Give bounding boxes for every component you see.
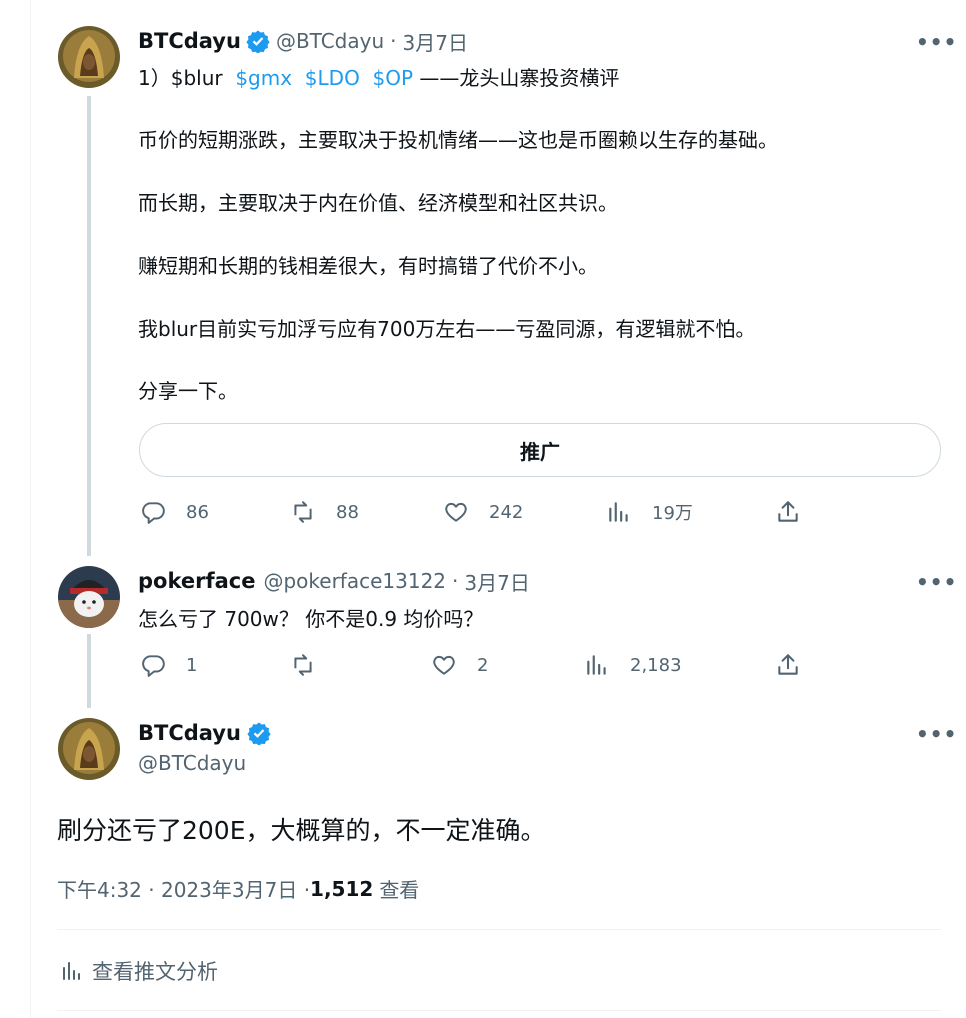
separator-dot: · xyxy=(452,569,459,593)
author-name[interactable]: BTCdayu xyxy=(138,29,241,53)
tweet1-paragraph: 分享一下。 xyxy=(138,379,238,403)
author-name[interactable]: pokerface xyxy=(138,569,255,593)
author-handle[interactable]: @pokerface13122 xyxy=(263,569,446,593)
author-handle[interactable]: @BTCdayu xyxy=(276,29,384,53)
analytics-icon xyxy=(609,502,628,522)
divider xyxy=(57,1010,941,1011)
views-button[interactable]: 19万 xyxy=(606,499,693,525)
tweet1-paragraph: 币价的短期涨跌，主要取决于投机情绪——这也是币圈赖以生存的基础。 xyxy=(138,128,778,152)
retweet-icon xyxy=(294,654,312,676)
cashtag-gmx[interactable]: $gmx xyxy=(235,66,292,90)
retweet-icon xyxy=(294,501,312,523)
author-name[interactable]: BTCdayu xyxy=(138,721,241,745)
main-tweet-name-row: BTCdayu xyxy=(138,718,271,748)
more-options-icon[interactable]: ••• xyxy=(916,570,957,594)
like-count: 2 xyxy=(477,654,489,676)
tweet-timestamp[interactable]: 下午4:32 · 2023年3月7日 · xyxy=(57,874,310,903)
tweet-date[interactable]: 3月7日 xyxy=(403,27,468,56)
tweet1-header: BTCdayu @BTCdayu · 3月7日 xyxy=(138,26,468,56)
retweet-button[interactable]: 88 xyxy=(290,499,359,525)
like-button[interactable]: 2 xyxy=(431,652,488,678)
reply-button[interactable]: 86 xyxy=(140,499,209,525)
more-options-icon[interactable]: ••• xyxy=(916,30,957,54)
tweet1-paragraph: 我blur目前实亏加浮亏应有700万左右——亏盈同源，有逻辑就不怕。 xyxy=(138,317,756,341)
reply-icon xyxy=(142,502,165,524)
cashtag-ldo[interactable]: $LDO xyxy=(305,66,360,90)
like-count: 242 xyxy=(489,501,524,523)
more-options-icon[interactable]: ••• xyxy=(916,722,957,746)
heart-icon xyxy=(433,655,455,675)
thread-line xyxy=(87,634,91,708)
analytics-icon xyxy=(63,962,80,980)
view-count: 2,183 xyxy=(630,654,682,676)
separator-dot: · xyxy=(390,29,397,53)
divider xyxy=(57,929,941,930)
avatar-pokerface[interactable] xyxy=(58,566,120,628)
share-icon xyxy=(778,501,798,522)
tweet1-line1-suffix: ——龙头山寨投资横评 xyxy=(419,66,620,90)
avatar-btcdayu[interactable] xyxy=(58,718,120,780)
view-analytics-label: 查看推文分析 xyxy=(92,960,218,984)
timeline-left-border xyxy=(30,0,31,1018)
analytics-icon xyxy=(587,655,606,675)
tweet2-text: 怎么亏了 700w？ 你不是0.9 均价吗？ xyxy=(138,607,484,631)
main-tweet-meta: 下午4:32 · 2023年3月7日 · 1,512 查看 xyxy=(57,874,419,903)
view-analytics-link[interactable]: 查看推文分析 xyxy=(60,956,218,986)
tweet2-header: pokerface @pokerface13122 · 3月7日 xyxy=(138,566,530,596)
share-icon xyxy=(778,654,798,675)
reply-button[interactable]: 1 xyxy=(140,652,197,678)
views-button[interactable]: 2,183 xyxy=(584,652,682,678)
promote-button[interactable]: 推广 xyxy=(139,423,941,477)
heart-icon xyxy=(445,502,467,522)
reply-count: 1 xyxy=(186,654,198,676)
view-count: 19万 xyxy=(652,503,693,524)
main-view-label: 查看 xyxy=(379,878,420,902)
thread-line xyxy=(87,96,91,556)
cashtag-op[interactable]: $OP xyxy=(373,66,414,90)
tweet1-paragraph: 赚短期和长期的钱相差很大，有时搞错了代价不小。 xyxy=(138,254,598,278)
tweet1-line1: 1）$blur $gmx $LDO $OP ——龙头山寨投资横评 xyxy=(138,62,619,91)
tweet1-line1-prefix: 1）$blur xyxy=(138,66,223,90)
share-button[interactable] xyxy=(775,652,821,678)
verified-badge-icon xyxy=(246,29,270,53)
like-button[interactable]: 242 xyxy=(443,499,523,525)
tweet-date[interactable]: 3月7日 xyxy=(464,567,529,596)
verified-badge-icon xyxy=(247,721,271,745)
reply-count: 86 xyxy=(186,501,209,523)
avatar-btcdayu[interactable] xyxy=(58,26,120,88)
tweet1-paragraph: 而长期，主要取决于内在价值、经济模型和社区共识。 xyxy=(138,191,618,215)
author-handle[interactable]: @BTCdayu xyxy=(138,751,246,775)
main-tweet-text: 刷分还亏了200E，大概算的，不一定准确。 xyxy=(57,816,546,845)
reply-icon xyxy=(142,655,165,677)
share-button[interactable] xyxy=(775,499,821,525)
main-view-count: 1,512 xyxy=(310,876,374,901)
retweet-count: 88 xyxy=(336,501,359,523)
retweet-button[interactable] xyxy=(290,652,336,678)
